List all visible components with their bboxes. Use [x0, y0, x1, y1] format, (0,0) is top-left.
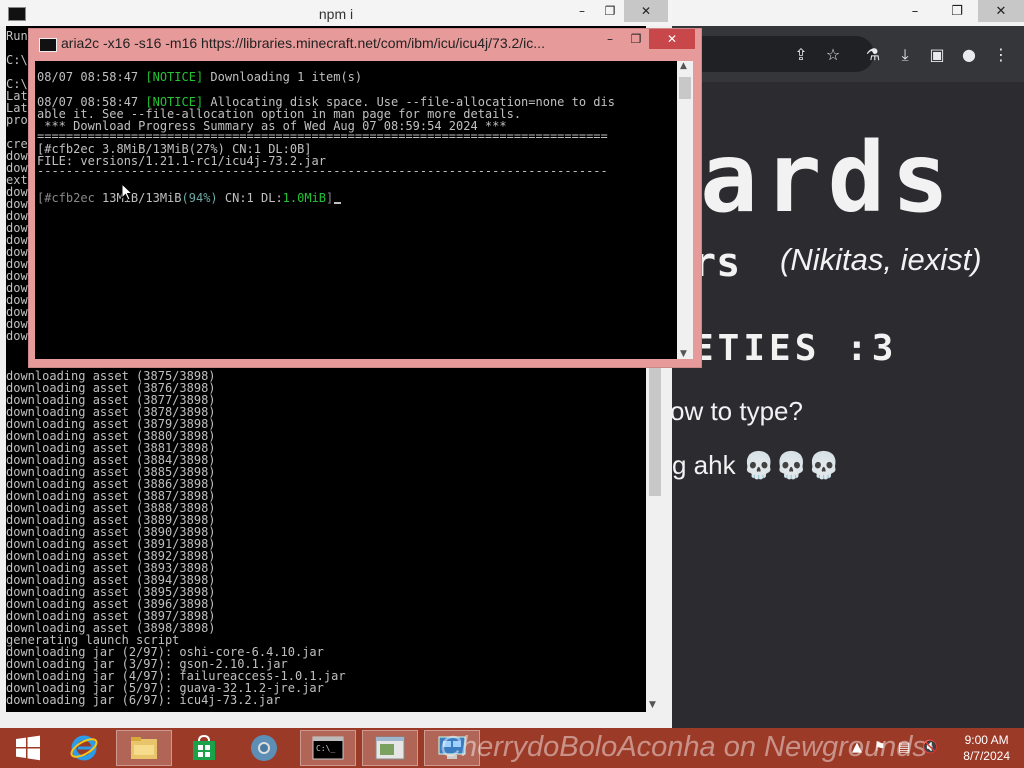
- progress-close: ]: [326, 191, 334, 205]
- taskbar-command-prompt[interactable]: C:\_: [300, 730, 356, 766]
- menu-kebab-icon[interactable]: ⋮: [990, 44, 1012, 66]
- progress-size: 13MiB/13MiB: [102, 191, 182, 205]
- taskbar: C:\_ CherrydoBoloAconha on Newgrounds ▲ …: [0, 728, 1024, 768]
- action-center-flag-icon[interactable]: ⚑: [874, 740, 886, 755]
- start-button[interactable]: [0, 730, 56, 766]
- side-panel-icon[interactable]: ▣: [926, 44, 948, 66]
- system-clock[interactable]: 9:00 AM 8/7/2024: [963, 732, 1010, 764]
- maximize-button[interactable]: ❐: [623, 29, 649, 49]
- taskbar-internet-explorer[interactable]: [56, 730, 112, 766]
- close-button[interactable]: ✕: [649, 29, 695, 49]
- download-icon[interactable]: ⤓: [894, 44, 916, 66]
- console-line-stub: pro: [6, 113, 28, 127]
- taskbar-file-explorer[interactable]: [116, 730, 172, 766]
- minimize-button[interactable]: –: [568, 0, 596, 22]
- taskbar-store[interactable]: [176, 730, 232, 766]
- scroll-down-icon[interactable]: ▼: [649, 700, 656, 710]
- tray-up-arrow-icon[interactable]: ▲: [852, 740, 862, 755]
- notice-line-1: 08/07 08:58:47 [NOTICE] Downloading 1 it…: [37, 71, 362, 83]
- close-button[interactable]: ✕: [978, 0, 1024, 22]
- minimize-button[interactable]: –: [894, 0, 936, 22]
- browser-window: – ❐ ✕ ⇪ ☆ ⚗ ⤓ ▣ ● ⋮ ards rs (Nikitas, ie…: [672, 0, 1024, 728]
- taskbar-window-app[interactable]: [362, 730, 418, 766]
- live-progress-line: [#cfb2ec 13MiB/13MiB(94%) CN:1 DL:1.0MiB…: [37, 191, 342, 205]
- progress-percent: (94%): [181, 191, 218, 205]
- svg-text:C:\_: C:\_: [316, 744, 335, 753]
- browser-toolbar: ⇪ ☆ ⚗ ⤓ ▣ ● ⋮: [672, 26, 1024, 82]
- console-lines: downloading asset (3875/3898) downloading…: [6, 370, 346, 706]
- progress-id: [#cfb2ec: [37, 191, 103, 205]
- volume-muted-icon[interactable]: 🔇: [922, 740, 938, 755]
- bookmark-star-icon[interactable]: ☆: [822, 44, 844, 66]
- aria2c-console-window: aria2c -x16 -s16 -m16 https://libraries.…: [28, 28, 702, 368]
- question-text: ow to type?: [672, 396, 803, 426]
- network-icon[interactable]: ▤: [898, 740, 910, 755]
- application-window-icon: [375, 736, 405, 760]
- console-output[interactable]: 08/07 08:58:47 [NOTICE] Downloading 1 it…: [35, 61, 677, 359]
- text-cursor: [334, 202, 342, 204]
- progress-connections: CN:1 DL:: [217, 191, 283, 205]
- progress-speed: 1.0MiB: [282, 191, 327, 205]
- scrollbar-thumb[interactable]: [679, 77, 691, 99]
- timestamp: 08/07 08:58:47: [37, 70, 146, 84]
- credits-names: (Nikitas, iexist): [780, 242, 982, 277]
- command-prompt-icon: C:\_: [312, 736, 344, 760]
- web-page-content: ards rs (Nikitas, iexist) ETIES :3 ow to…: [672, 82, 1024, 728]
- windows-logo-icon: [16, 735, 40, 761]
- page-title: ards: [700, 122, 956, 234]
- single-rule: ----------------------------------------…: [37, 164, 608, 178]
- console-line-stub: Run: [6, 29, 28, 43]
- npm-titlebar: npm i – ❐ ✕: [0, 0, 672, 26]
- lab-flask-icon[interactable]: ⚗: [862, 44, 884, 66]
- clock-date: 8/7/2024: [963, 749, 1010, 763]
- console-line: downloading jar (6/97): icu4j-73.2.jar: [6, 693, 281, 707]
- vertical-scrollbar[interactable]: ▲ ▼: [677, 61, 693, 359]
- mouse-pointer-icon: [121, 183, 133, 201]
- notice-tag: [NOTICE]: [145, 70, 204, 84]
- scroll-up-icon[interactable]: ▲: [680, 61, 687, 71]
- scrollbar-thumb[interactable]: [649, 366, 661, 496]
- console-app-icon: [39, 38, 57, 52]
- console-line-stub: dow: [6, 329, 28, 343]
- minimize-button[interactable]: –: [597, 29, 623, 49]
- answer-text: g ahk 💀💀💀: [672, 450, 840, 480]
- notice-text: Downloading 1 item(s): [203, 70, 363, 84]
- console-left-stub: Run C:\ C:\ Lat Lat pro cre dow dow ext dow dow dow d…: [6, 30, 28, 342]
- folder-icon: [131, 737, 157, 759]
- share-icon[interactable]: ⇪: [790, 44, 812, 66]
- section-heading: ETIES :3: [692, 328, 898, 369]
- console-line-stub: C:\: [6, 53, 28, 67]
- maximize-button[interactable]: ❐: [936, 0, 978, 22]
- store-bag-icon: [193, 734, 215, 760]
- chrome-icon: [251, 735, 277, 761]
- browser-titlebar: – ❐ ✕: [672, 0, 1024, 26]
- scroll-down-icon[interactable]: ▼: [680, 349, 687, 359]
- close-button[interactable]: ✕: [624, 0, 668, 22]
- profile-avatar-icon[interactable]: ●: [958, 44, 980, 66]
- double-rule: ========================================…: [37, 129, 608, 143]
- internet-explorer-icon: [70, 735, 98, 761]
- maximize-button[interactable]: ❐: [596, 0, 624, 22]
- window-title: aria2c -x16 -s16 -m16 https://libraries.…: [61, 35, 545, 51]
- clock-time: 9:00 AM: [964, 733, 1009, 747]
- taskbar-chrome[interactable]: [236, 730, 292, 766]
